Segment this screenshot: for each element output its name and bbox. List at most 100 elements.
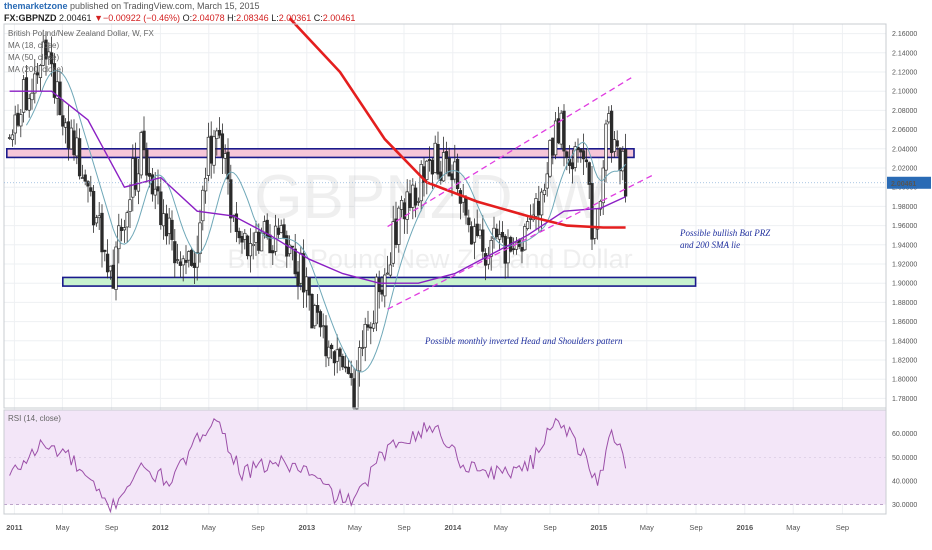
candle-body [201, 189, 205, 222]
x-tick-label: Sep [397, 523, 410, 532]
candle-body [299, 252, 303, 284]
price-tick-label: 2.10000 [892, 89, 917, 96]
candle-body [243, 232, 247, 240]
candle-body [189, 249, 194, 266]
candle-body [441, 152, 446, 182]
candle-body [75, 137, 79, 157]
candle-body [332, 351, 337, 364]
candle-body [254, 231, 258, 243]
last-price-badge: 2.00461 [887, 176, 931, 189]
candle-body [413, 187, 418, 206]
candle-body [349, 373, 353, 378]
candle-body [523, 226, 527, 251]
candle-body [203, 177, 208, 192]
candle-body [187, 251, 191, 261]
candle-body [346, 366, 351, 374]
candle-body [153, 188, 157, 196]
candle-body [562, 110, 566, 152]
candle-body [528, 218, 533, 220]
candle-body [198, 222, 202, 255]
candle-body [584, 159, 589, 163]
candle-body [327, 346, 331, 359]
candle-body [548, 140, 552, 177]
candle-body [77, 138, 82, 177]
candle-body [100, 212, 104, 253]
x-tick-label: May [494, 523, 508, 532]
candle-body [271, 250, 275, 254]
candle-body [119, 226, 124, 231]
candle-body [430, 159, 435, 175]
candle-body [293, 248, 297, 275]
candle-body [114, 246, 118, 290]
candle-body [511, 248, 516, 251]
x-tick-label: May [55, 523, 69, 532]
candle-body [248, 243, 253, 257]
candle-body [472, 226, 477, 243]
legend-rsi: RSI (14, close) [8, 414, 61, 423]
rsi-tick-label: 40.0000 [892, 478, 917, 485]
candle-body [290, 245, 295, 248]
candle-body [366, 324, 370, 328]
candle-body [408, 193, 412, 208]
candle-body [282, 224, 286, 239]
candle-body [369, 326, 373, 329]
candle-body [310, 293, 314, 329]
candle-body [335, 349, 339, 362]
candle-body [209, 135, 213, 164]
candle-body [481, 229, 485, 252]
candle-body [433, 142, 437, 173]
price-chart[interactable]: GBPNZD, W British Pound/New Zealand Doll… [0, 0, 932, 550]
candle-body [307, 277, 311, 296]
candle-body [122, 227, 127, 231]
candle-body [497, 234, 502, 240]
candle-body [436, 144, 440, 175]
candle-body [587, 162, 591, 185]
candle-body [570, 162, 575, 170]
candle-body [450, 173, 454, 181]
candle-body [593, 227, 597, 239]
candle-body [469, 226, 474, 245]
candle-body [111, 264, 115, 289]
x-tick-label: May [640, 523, 654, 532]
price-tick-label: 1.78000 [892, 396, 917, 403]
candle-body [537, 200, 541, 216]
candle-body [223, 153, 227, 159]
candle-body [175, 259, 180, 261]
rsi-panel [3, 409, 887, 515]
candle-body [178, 261, 183, 266]
candle-body [615, 140, 619, 147]
candle-body [128, 199, 132, 212]
price-tick-label: 1.90000 [892, 281, 917, 288]
candle-body [237, 230, 241, 239]
candle-body [161, 213, 166, 227]
candle-body [604, 123, 608, 171]
candle-body [551, 137, 555, 156]
candle-body [30, 92, 34, 101]
last-price-badge-text: 2.00461 [891, 181, 916, 188]
candle-body [329, 344, 334, 350]
candle-body [590, 182, 594, 240]
x-tick-label: 2012 [152, 523, 169, 532]
price-tick-label: 2.02000 [892, 166, 917, 173]
candle-body [215, 130, 219, 139]
x-tick-label: Sep [251, 523, 264, 532]
candle-body [447, 157, 451, 177]
candle-body [321, 325, 325, 328]
price-tick-label: 1.84000 [892, 338, 917, 345]
candle-body [495, 228, 499, 238]
price-tick-label: 2.08000 [892, 108, 917, 115]
candle-body [609, 110, 614, 153]
legend-ma18: MA (18, close) [8, 41, 59, 50]
x-tick-label: Sep [689, 523, 702, 532]
candle-body [341, 356, 345, 368]
candle-body [24, 77, 29, 110]
bat-note-line1: Possible bullish Bat PRZ [679, 228, 771, 238]
candle-body [97, 215, 101, 219]
candle-body [411, 184, 415, 208]
rsi-tick-label: 30.0000 [892, 502, 917, 509]
candle-body [416, 201, 421, 203]
candle-body [357, 347, 362, 372]
candle-body [534, 198, 538, 217]
candle-body [385, 272, 390, 275]
candle-body [33, 73, 37, 94]
